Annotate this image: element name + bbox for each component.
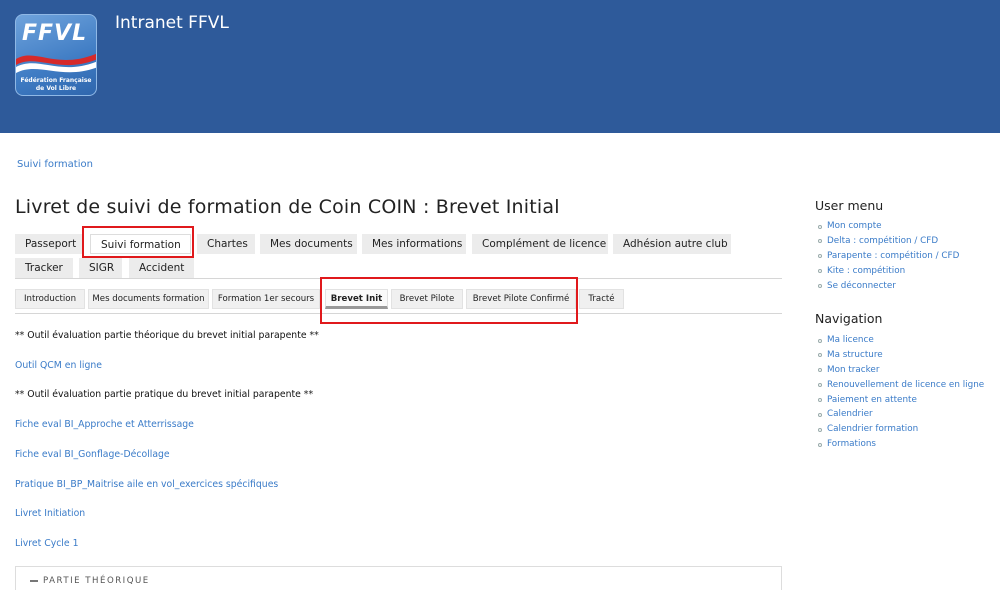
nav-item-label: Mon tracker [827,364,880,375]
user-menu-item[interactable]: Parapente : compétition / CFD [818,251,959,266]
user-menu-item[interactable]: Mon compte [818,221,959,236]
tab-passeport[interactable]: Passeport [15,234,84,254]
doc-link[interactable]: Pratique BI_BP_Maitrise aile en vol_exer… [15,479,278,490]
tab-adhesion-autre-club[interactable]: Adhésion autre club [613,234,731,254]
bullet-icon [818,254,822,259]
tab-mes-informations[interactable]: Mes informations [362,234,466,254]
fieldset-legend: PARTIE THÉORIQUE [43,576,150,586]
nav-item[interactable]: Ma licence [818,335,984,350]
practice-heading: ** Outil évaluation partie pratique du b… [15,389,314,400]
bullet-icon [818,338,822,343]
bullet-icon [818,353,822,358]
tab-sigr[interactable]: SIGR [79,258,122,278]
doc-link[interactable]: Fiche eval BI_Approche et Atterrissage [15,419,194,430]
doc-link[interactable]: Livret Cycle 1 [15,538,78,549]
nav-item-label: Ma structure [827,349,883,360]
nav-item-label: Ma licence [827,335,874,345]
theory-heading: ** Outil évaluation partie théorique du … [15,330,319,341]
nav-item[interactable]: Calendrier [818,409,984,424]
logo-subtitle-line2: de Vol Libre [35,85,77,92]
user-menu-title: User menu [815,198,884,213]
bullet-icon [818,398,822,403]
page-title: Livret de suivi de formation de Coin COI… [15,196,560,218]
breadcrumb[interactable]: Suivi formation [17,159,93,170]
subtab-tracte[interactable]: Tracté [579,289,624,309]
subtab-formation-1er-secours[interactable]: Formation 1er secours [212,289,320,309]
nav-item[interactable]: Ma structure [818,350,984,365]
bullet-icon [818,269,822,274]
qcm-link[interactable]: Outil QCM en ligne [15,360,102,371]
site-title[interactable]: Intranet FFVL [115,13,229,33]
user-menu-item[interactable]: Delta : compétition / CFD [818,236,959,251]
logo-letters: FFVL [22,21,88,46]
navigation-menu: Ma licence Ma structure Mon tracker Reno… [818,335,984,454]
nav-item[interactable]: Renouvellement de licence en ligne [818,380,984,395]
user-menu-item[interactable]: Se déconnecter [818,281,959,296]
bullet-icon [818,239,822,244]
subtab-mes-documents-formation[interactable]: Mes documents formation [88,289,209,309]
highlight-box-brevet-tabs [320,277,578,324]
tab-chartes[interactable]: Chartes [197,234,255,254]
bullet-icon [818,368,822,373]
nav-item-label: Formations [827,439,876,450]
nav-item-label: Paiement en attente [827,394,917,405]
subtab-introduction[interactable]: Introduction [15,289,85,309]
navigation-title: Navigation [815,311,883,326]
logo-wave-icon [16,53,96,73]
doc-link[interactable]: Livret Initiation [15,508,85,519]
ffvl-logo[interactable]: FFVL Fédération Française de Vol Libre [15,14,97,96]
user-menu-item-label: Mon compte [827,221,882,231]
collapse-icon [30,579,38,582]
doc-link[interactable]: Fiche eval BI_Gonflage-Décollage [15,449,170,460]
tab-tracker[interactable]: Tracker [15,258,73,278]
bullet-icon [818,383,822,388]
nav-item-label: Renouvellement de licence en ligne [827,379,985,390]
bullet-icon [818,284,822,289]
user-menu-item[interactable]: Kite : compétition [818,266,959,281]
user-menu-item-label: Se déconnecter [827,280,896,291]
highlight-box-suivi-formation [82,226,194,258]
bullet-icon [818,442,822,447]
tab-mes-documents[interactable]: Mes documents [260,234,357,254]
logo-subtitle: Fédération Française de Vol Libre [18,77,94,93]
user-menu-item-label: Parapente : compétition / CFD [827,250,960,261]
nav-item-label: Calendrier formation [827,424,919,435]
nav-item[interactable]: Paiement en attente [818,395,984,410]
bullet-icon [818,224,822,229]
user-menu: Mon compte Delta : compétition / CFD Par… [818,221,959,295]
bullet-icon [818,427,822,432]
user-menu-item-label: Kite : compétition [827,265,906,276]
nav-item[interactable]: Formations [818,439,984,454]
tab-accident[interactable]: Accident [129,258,194,278]
fieldset-partie-theorique: PARTIE THÉORIQUE [15,566,782,590]
nav-item[interactable]: Calendrier formation [818,424,984,439]
logo-subtitle-line1: Fédération Française [20,77,92,84]
nav-item-label: Calendrier [827,409,873,420]
user-menu-item-label: Delta : compétition / CFD [827,235,939,246]
bullet-icon [818,412,822,417]
tab-complement-licence[interactable]: Complément de licence [472,234,608,254]
fieldset-toggle[interactable]: PARTIE THÉORIQUE [30,576,150,586]
nav-item[interactable]: Mon tracker [818,365,984,380]
site-header: FFVL Fédération Française de Vol Libre I… [0,0,1000,133]
